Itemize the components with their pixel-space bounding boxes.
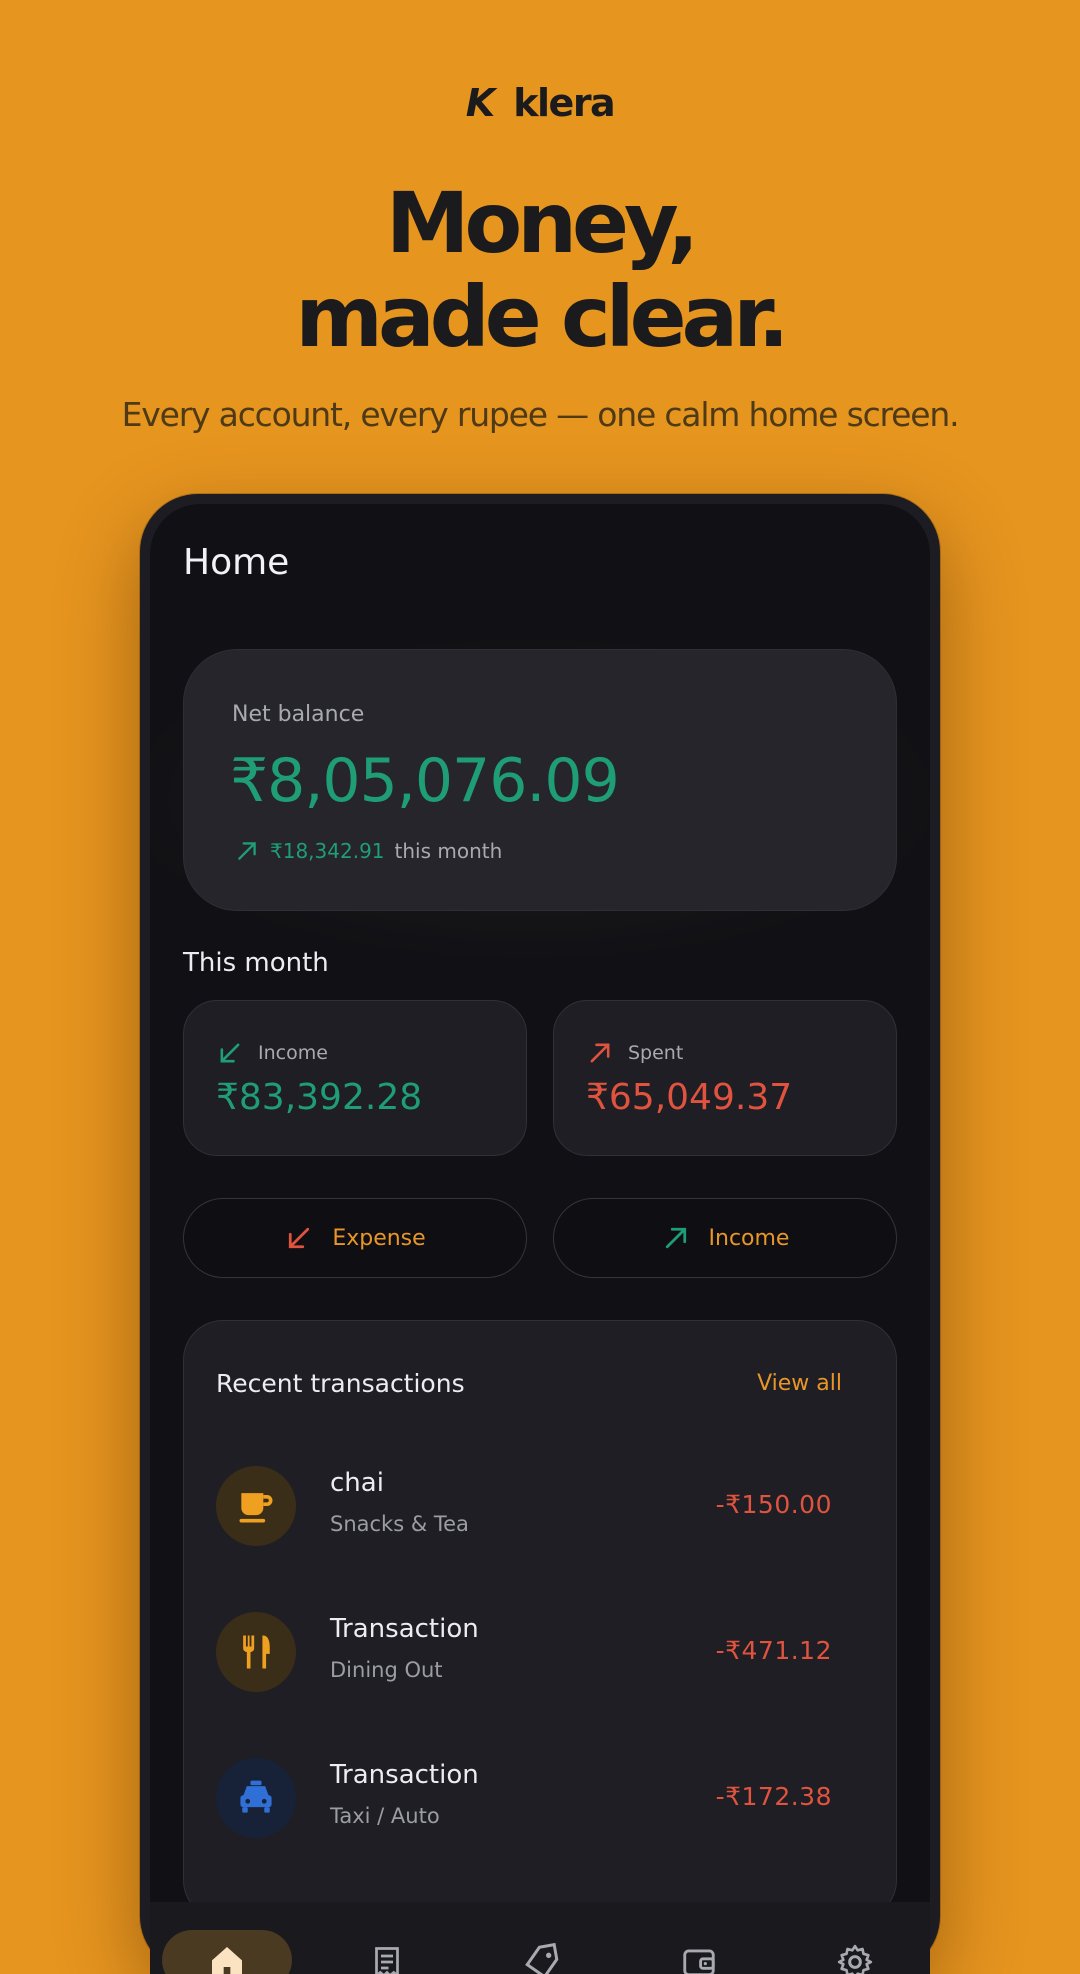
transaction-name: Transaction	[330, 1614, 479, 1644]
add-income-button[interactable]: Income	[553, 1198, 897, 1278]
coffee-cup-icon	[216, 1466, 296, 1546]
recent-transactions-title: Recent transactions	[216, 1369, 465, 1398]
transaction-row[interactable]: chai Snacks & Tea -₹150.00	[216, 1464, 850, 1548]
nav-transactions[interactable]	[357, 1930, 417, 1974]
income-stat-card[interactable]: Income ₹83,392.28	[183, 1000, 527, 1156]
transaction-amount: -₹172.38	[715, 1782, 832, 1811]
net-balance-card[interactable]: Net balance ₹8,05,076.09 ₹18,342.91 this…	[183, 649, 897, 911]
transaction-category: Taxi / Auto	[330, 1804, 440, 1828]
receipt-icon	[375, 1947, 399, 1974]
transaction-category: Snacks & Tea	[330, 1512, 469, 1536]
add-expense-button[interactable]: Expense	[183, 1198, 527, 1278]
arrow-up-right-icon	[590, 1043, 610, 1063]
nav-home[interactable]	[162, 1930, 292, 1974]
delta-value: ₹18,342.91	[270, 839, 385, 863]
balance-delta: ₹18,342.91 this month	[234, 838, 502, 864]
home-icon	[212, 1947, 242, 1974]
transaction-amount: -₹150.00	[715, 1490, 832, 1519]
wallet-icon	[683, 1949, 715, 1974]
transaction-row[interactable]: Transaction Dining Out -₹471.12	[216, 1610, 850, 1694]
delta-suffix: this month	[394, 839, 503, 863]
income-stat-value: ₹83,392.28	[216, 1077, 423, 1118]
income-stat-label: Income	[258, 1042, 328, 1064]
brand-mark-icon: K	[465, 81, 496, 125]
recent-transactions-card: Recent transactions View all chai Snacks…	[183, 1320, 897, 1920]
spent-stat-card[interactable]: Spent ₹65,049.37	[553, 1000, 897, 1156]
nav-categories[interactable]	[512, 1930, 572, 1974]
add-expense-label: Expense	[332, 1225, 426, 1251]
page-title: Home	[183, 542, 290, 583]
bottom-navigation	[150, 1902, 930, 1974]
income-stat-header: Income	[216, 1039, 328, 1067]
fork-knife-icon	[216, 1612, 296, 1692]
headline-line-2: made clear.	[295, 268, 789, 366]
add-income-label: Income	[708, 1225, 790, 1251]
arrow-down-left-icon	[289, 1227, 310, 1249]
this-month-label: This month	[183, 948, 329, 978]
brand-logo: K klera	[0, 84, 1080, 122]
tag-icon	[525, 1942, 559, 1974]
nav-accounts[interactable]	[669, 1930, 729, 1974]
view-all-link[interactable]: View all	[757, 1371, 842, 1396]
spent-stat-value: ₹65,049.37	[586, 1077, 793, 1118]
transaction-name: chai	[330, 1468, 384, 1498]
spent-stat-header: Spent	[586, 1039, 683, 1067]
brand-name: klera	[513, 81, 615, 125]
spent-stat-label: Spent	[628, 1042, 684, 1064]
transaction-category: Dining Out	[330, 1658, 443, 1682]
app-screen: Home Net balance ₹8,05,076.09 ₹18,342.91…	[150, 504, 930, 1974]
arrow-down-left-icon	[220, 1043, 240, 1063]
transaction-amount: -₹471.12	[715, 1636, 832, 1665]
phone-mockup: Home Net balance ₹8,05,076.09 ₹18,342.91…	[140, 494, 940, 1974]
net-balance-label: Net balance	[232, 702, 365, 727]
arrow-up-right-icon	[238, 842, 256, 860]
settings-gear-icon	[837, 1944, 873, 1974]
net-balance-amount: ₹8,05,076.09	[230, 746, 620, 816]
hero-headline: Money, made clear.	[0, 176, 1080, 364]
headline-line-1: Money,	[385, 174, 699, 272]
transaction-row[interactable]: Transaction Taxi / Auto -₹172.38	[216, 1756, 850, 1840]
transaction-name: Transaction	[330, 1760, 479, 1790]
taxi-icon	[216, 1758, 296, 1838]
nav-settings[interactable]	[825, 1930, 885, 1974]
hero-subhead: Every account, every rupee — one calm ho…	[121, 395, 960, 434]
arrow-up-right-icon	[665, 1227, 686, 1249]
